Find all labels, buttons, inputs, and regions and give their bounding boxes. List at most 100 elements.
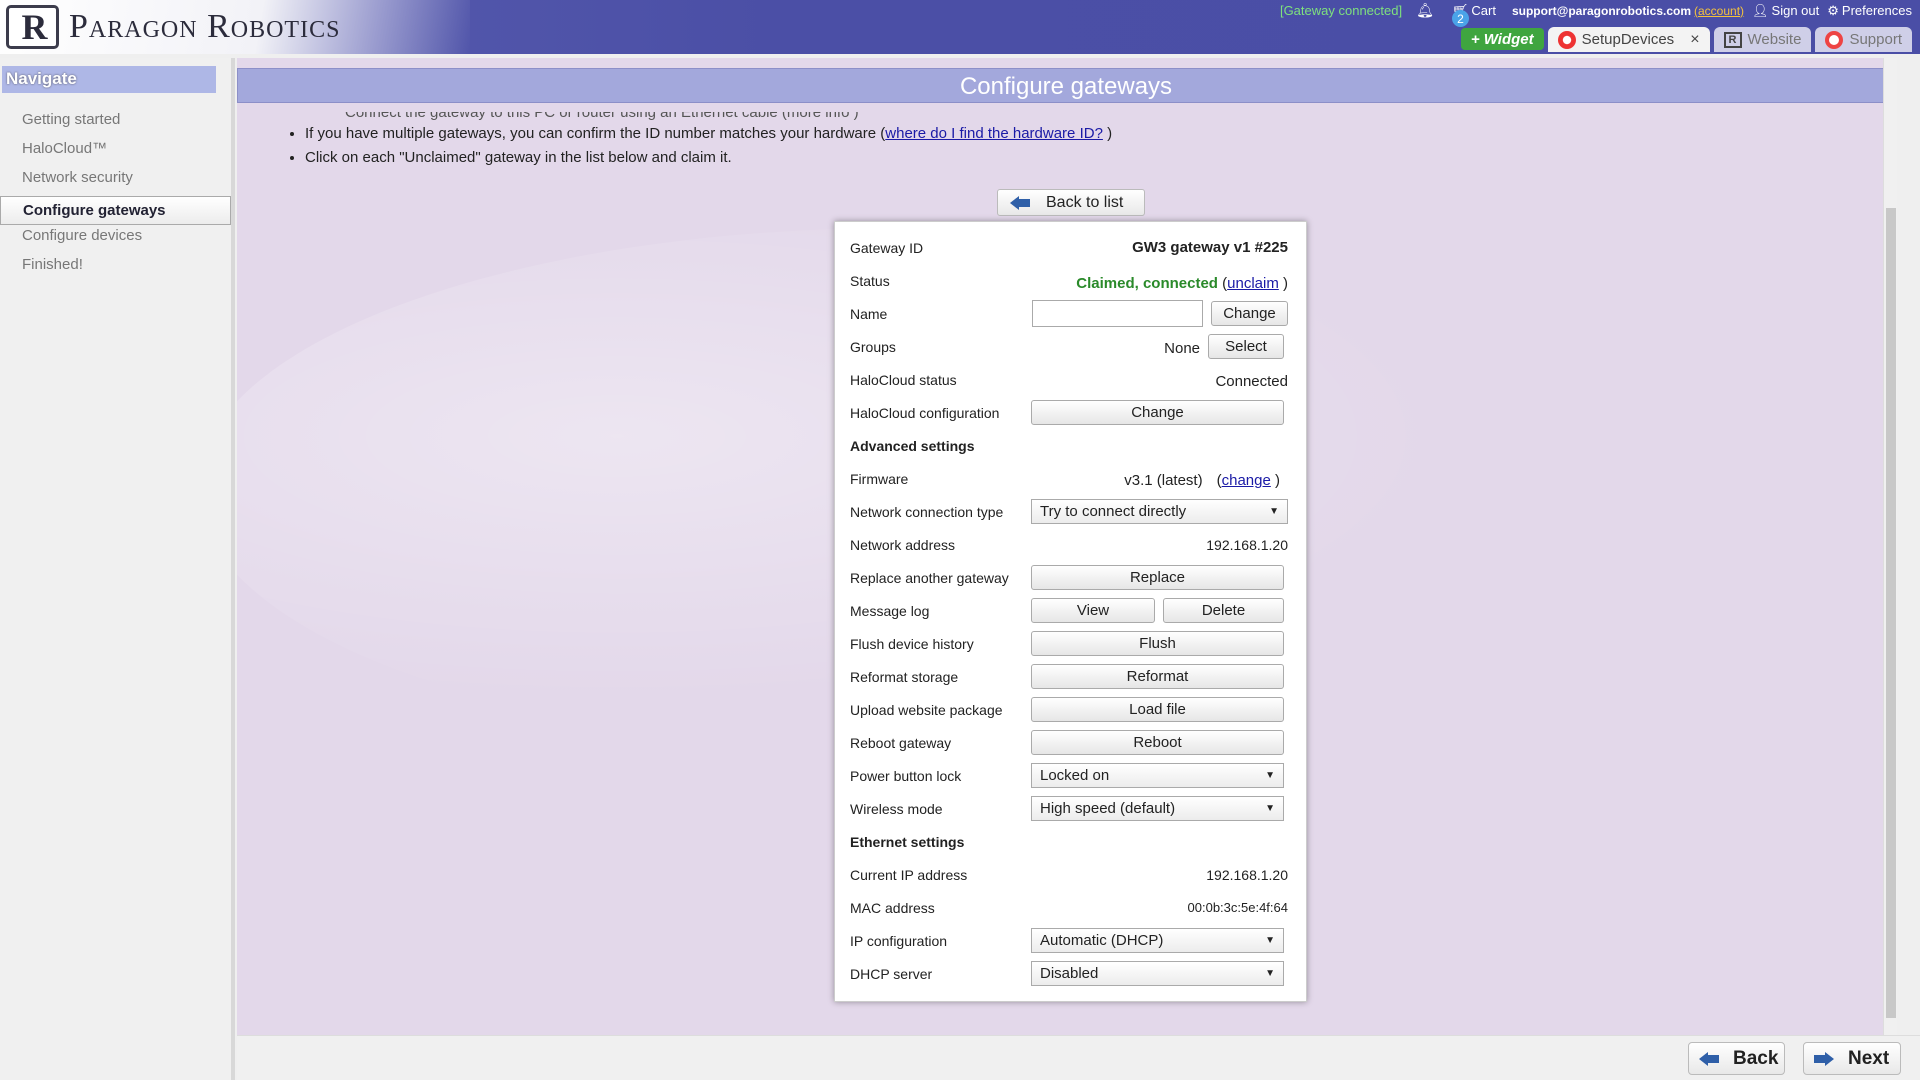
chevron-down-icon: ▼ bbox=[1265, 935, 1275, 946]
wireless-label: Wireless mode bbox=[850, 800, 943, 817]
row-halocloud-status: HaloCloud status Connected bbox=[850, 366, 1288, 393]
wireless-select[interactable]: High speed (default) ▼ bbox=[1031, 796, 1284, 821]
ipconfig-label: IP configuration bbox=[850, 932, 948, 949]
msglog-label: Message log bbox=[850, 602, 930, 619]
upload-label: Upload website package bbox=[850, 701, 1003, 718]
groups-label: Groups bbox=[850, 338, 896, 355]
advanced-settings-header: Advanced settings bbox=[850, 432, 1288, 459]
account-link[interactable]: (account) bbox=[1694, 4, 1744, 18]
row-status: Status Claimed, connected (unclaim ) bbox=[850, 272, 1288, 293]
top-right-menu: [Gateway connected] 🔔︎ 🛒︎ Cart support@p… bbox=[1280, 2, 1912, 19]
row-network-connection-type: Network connection type Try to connect d… bbox=[850, 498, 1288, 525]
scrollbar-thumb[interactable] bbox=[1886, 208, 1896, 1018]
tab-website[interactable]: R Website bbox=[1713, 27, 1812, 52]
logo[interactable]: R Paragon Robotics bbox=[6, 5, 341, 49]
ipconfig-value: Automatic (DHCP) bbox=[1040, 932, 1164, 949]
powerlock-select[interactable]: Locked on ▼ bbox=[1031, 763, 1284, 788]
next-arrow-icon bbox=[1814, 1050, 1834, 1068]
row-message-log: Message log View Delete bbox=[850, 597, 1288, 624]
page-title: Configure gateways bbox=[237, 68, 1895, 103]
logo-text: Paragon Robotics bbox=[69, 8, 341, 45]
name-change-button[interactable]: Change bbox=[1211, 301, 1288, 326]
curip-value: 192.168.1.20 bbox=[1206, 866, 1288, 883]
delete-log-button[interactable]: Delete bbox=[1163, 598, 1284, 623]
next-button[interactable]: Next bbox=[1803, 1042, 1901, 1075]
netaddr-label: Network address bbox=[850, 536, 956, 553]
gateway-id-label: Gateway ID bbox=[850, 239, 924, 256]
chevron-down-icon: ▼ bbox=[1269, 506, 1279, 517]
mac-label: MAC address bbox=[850, 899, 935, 916]
row-mac: MAC address 00:0b:3c:5e:4f:64 bbox=[850, 894, 1288, 921]
replace-label: Replace another gateway bbox=[850, 569, 1009, 586]
advanced-settings-title: Advanced settings bbox=[850, 437, 975, 454]
tab-setupdevices-label: SetupDevices bbox=[1581, 31, 1675, 48]
flush-label: Flush device history bbox=[850, 635, 974, 652]
tab-setupdevices[interactable]: SetupDevices × bbox=[1547, 27, 1710, 52]
sidebar-item-getting-started[interactable]: Getting started bbox=[0, 109, 231, 138]
back-button[interactable]: Back bbox=[1688, 1042, 1785, 1075]
dhcp-select[interactable]: Disabled ▼ bbox=[1031, 961, 1284, 986]
reformat-button[interactable]: Reformat bbox=[1031, 664, 1284, 689]
reformat-label: Reformat storage bbox=[850, 668, 959, 685]
row-dhcp-server: DHCP server Disabled ▼ bbox=[850, 960, 1288, 987]
ethernet-settings-header: Ethernet settings bbox=[850, 828, 1288, 855]
sidebar-nav: Getting started HaloCloud™ Network secur… bbox=[0, 109, 231, 283]
back-to-list-label: Back to list bbox=[1046, 193, 1124, 211]
top-bar: R Paragon Robotics [Gateway connected] 🔔… bbox=[0, 0, 1920, 54]
gear-icon: ⚙︎ bbox=[1827, 2, 1839, 18]
replace-button[interactable]: Replace bbox=[1031, 565, 1284, 590]
name-label: Name bbox=[850, 305, 888, 322]
preferences-label: Preferences bbox=[1841, 3, 1912, 18]
notification-badge: 2 bbox=[1452, 10, 1469, 27]
row-firmware: Firmware v3.1 (latest) (change ) bbox=[850, 470, 1280, 490]
firmware-change-link[interactable]: change bbox=[1222, 472, 1271, 489]
firmware-label: Firmware bbox=[850, 470, 909, 487]
sidebar-item-network-security[interactable]: Network security bbox=[0, 167, 231, 196]
setup-icon bbox=[1557, 30, 1576, 49]
scrollbar[interactable] bbox=[1883, 58, 1897, 1035]
website-icon: R bbox=[1723, 31, 1742, 48]
row-reformat: Reformat storage Reformat bbox=[850, 663, 1288, 690]
tab-widget[interactable]: + Widget bbox=[1460, 28, 1544, 50]
notifications[interactable]: 🔔︎ bbox=[1416, 2, 1434, 19]
unclaim-link[interactable]: unclaim bbox=[1227, 275, 1279, 292]
sidebar-item-halocloud[interactable]: HaloCloud™ bbox=[0, 138, 231, 167]
account-info: support@paragonrobotics.com (account) bbox=[1512, 4, 1744, 18]
row-ip-config: IP configuration Automatic (DHCP) ▼ bbox=[850, 927, 1288, 954]
halocloud-status-label: HaloCloud status bbox=[850, 371, 957, 388]
gateway-id-value: GW3 gateway v1 #225 bbox=[1132, 239, 1288, 256]
row-network-address: Network address 192.168.1.20 bbox=[850, 531, 1288, 558]
view-log-button[interactable]: View bbox=[1031, 598, 1155, 623]
tab-support[interactable]: Support bbox=[1815, 27, 1912, 52]
row-gateway-id: Gateway ID GW3 gateway v1 #225 bbox=[850, 234, 1288, 261]
netconn-select[interactable]: Try to connect directly ▼ bbox=[1031, 499, 1288, 524]
row-current-ip: Current IP address 192.168.1.20 bbox=[850, 861, 1288, 888]
halocloud-config-label: HaloCloud configuration bbox=[850, 404, 1000, 421]
back-to-list-button[interactable]: Back to list bbox=[997, 189, 1145, 216]
next-label: Next bbox=[1848, 1047, 1890, 1069]
chevron-down-icon: ▼ bbox=[1265, 770, 1275, 781]
preferences-link[interactable]: ⚙︎ Preferences bbox=[1827, 3, 1912, 19]
sidebar-item-configure-gateways[interactable]: Configure gateways bbox=[0, 196, 231, 225]
row-wireless-mode: Wireless mode High speed (default) ▼ bbox=[850, 795, 1288, 822]
netconn-value: Try to connect directly bbox=[1040, 503, 1187, 520]
sidebar-item-finished[interactable]: Finished! bbox=[0, 254, 231, 283]
ipconfig-select[interactable]: Automatic (DHCP) ▼ bbox=[1031, 928, 1284, 953]
halocloud-status-value: Connected bbox=[1215, 373, 1288, 390]
reboot-label: Reboot gateway bbox=[850, 734, 952, 751]
hardware-id-link[interactable]: where do I find the hardware ID? bbox=[885, 125, 1103, 142]
flush-button[interactable]: Flush bbox=[1031, 631, 1284, 656]
gateway-status: [Gateway connected] bbox=[1279, 3, 1403, 18]
close-icon[interactable]: × bbox=[1690, 31, 1699, 49]
groups-select-button[interactable]: Select bbox=[1208, 334, 1284, 359]
sidebar-item-configure-devices[interactable]: Configure devices bbox=[0, 225, 231, 254]
reboot-button[interactable]: Reboot bbox=[1031, 730, 1284, 755]
halocloud-config-button[interactable]: Change bbox=[1031, 400, 1284, 425]
load-file-button[interactable]: Load file bbox=[1031, 697, 1284, 722]
row-halocloud-config: HaloCloud configuration Change bbox=[850, 399, 1288, 426]
powerlock-label: Power button lock bbox=[850, 767, 962, 784]
user-icon: 👤︎ bbox=[1752, 2, 1769, 18]
name-input[interactable] bbox=[1032, 300, 1203, 327]
sign-out-link[interactable]: 👤︎ Sign out bbox=[1752, 3, 1819, 19]
dhcp-label: DHCP server bbox=[850, 965, 933, 982]
